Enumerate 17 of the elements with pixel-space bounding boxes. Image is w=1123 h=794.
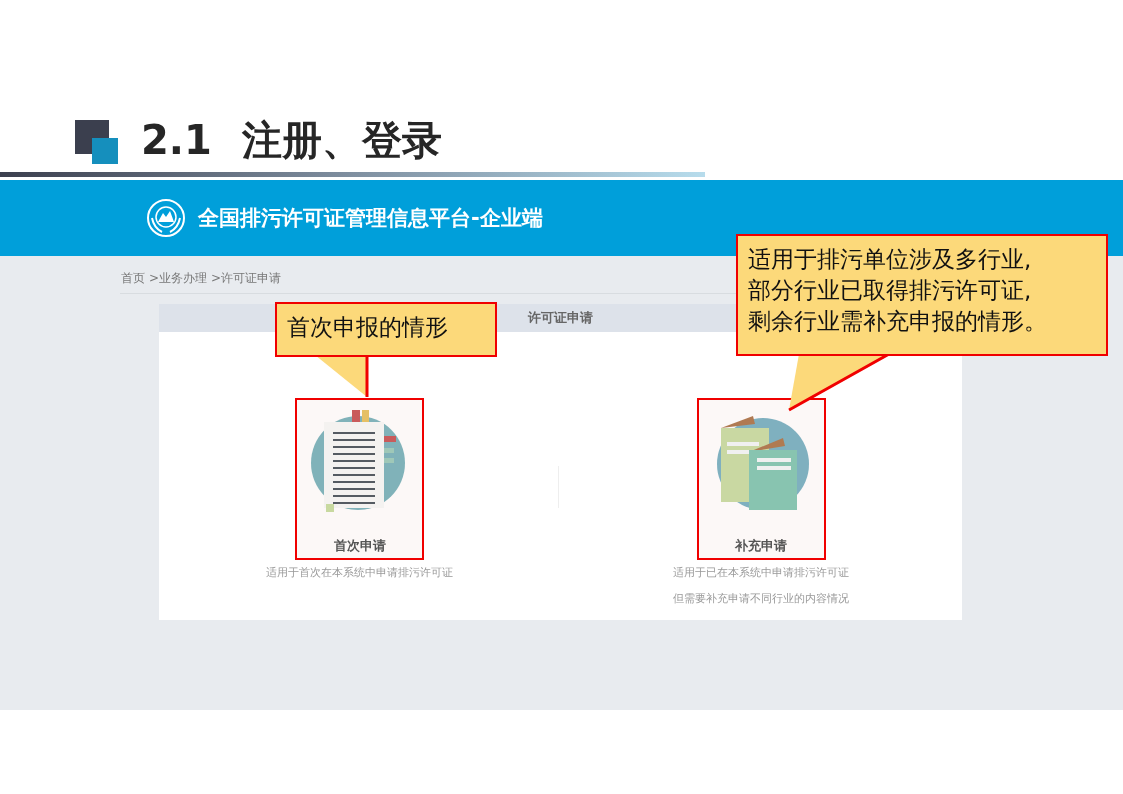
breadcrumb-link[interactable]: 首页 [121, 270, 145, 287]
site-title: 全国排污许可证管理信息平台-企业端 [198, 205, 543, 232]
breadcrumb-link[interactable]: >许可证申请 [211, 270, 282, 287]
option-description: 适用于已在本系统中申请排污许可证 [673, 565, 850, 581]
emblem-logo [146, 198, 186, 238]
option-card[interactable]: 补充申请 [696, 398, 826, 560]
callout-text: 部分行业已取得排污许可证, [748, 276, 1033, 305]
breadcrumb-link[interactable]: >业务办理 [149, 270, 208, 287]
option-description: 适用于首次在本系统中申请排污许可证 [266, 565, 454, 581]
option-label: 补充申请 [735, 537, 788, 555]
option-description: 但需要补充申请不同行业的内容情况 [673, 591, 850, 607]
callout-text: 适用于排污单位涉及多行业, [748, 245, 1033, 274]
squares-icon [75, 120, 119, 164]
option-label: 首次申请 [333, 537, 386, 555]
slide-title: 注册、登录 [241, 116, 442, 164]
section-number: 2.1 [141, 116, 212, 164]
option-card[interactable]: 首次申请 [295, 398, 425, 560]
